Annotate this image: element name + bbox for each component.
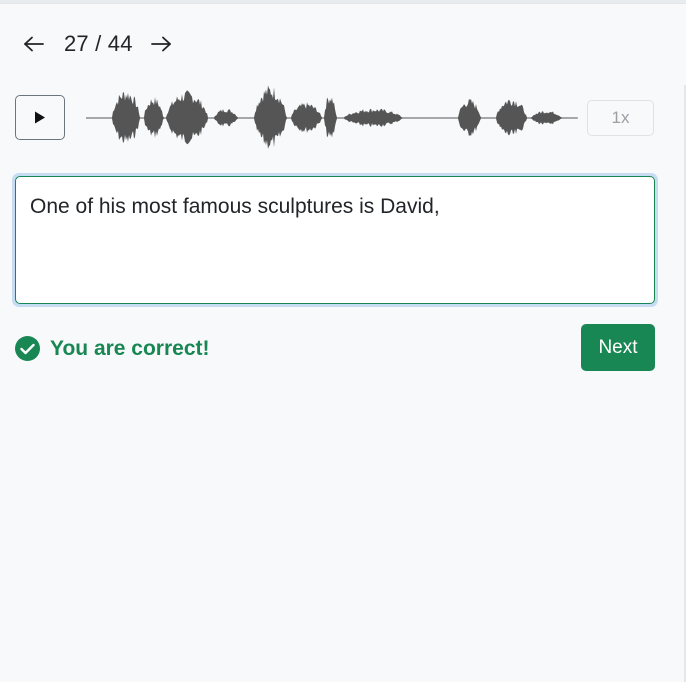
sentence-counter: 27 / 44 — [64, 31, 133, 56]
feedback-text: You are correct! — [50, 336, 210, 360]
playback-speed-button[interactable]: 1x — [587, 100, 654, 136]
feedback-message: You are correct! — [15, 336, 210, 361]
audio-waveform[interactable] — [86, 80, 578, 152]
check-circle-icon — [15, 336, 40, 361]
next-button[interactable]: Next — [581, 324, 655, 371]
answer-focus-ring: One of his most famous sculptures is Dav… — [12, 173, 658, 307]
play-icon — [35, 111, 45, 124]
arrow-left-icon — [24, 36, 44, 52]
next-sentence-button[interactable] — [147, 28, 175, 60]
prev-sentence-button[interactable] — [20, 28, 48, 60]
top-divider — [0, 0, 686, 4]
waveform-shape — [86, 85, 577, 149]
arrow-right-icon — [150, 36, 171, 52]
sentence-navigation: 27 / 44 — [20, 28, 175, 60]
play-button[interactable] — [15, 95, 65, 140]
answer-input[interactable]: One of his most famous sculptures is Dav… — [15, 176, 655, 304]
